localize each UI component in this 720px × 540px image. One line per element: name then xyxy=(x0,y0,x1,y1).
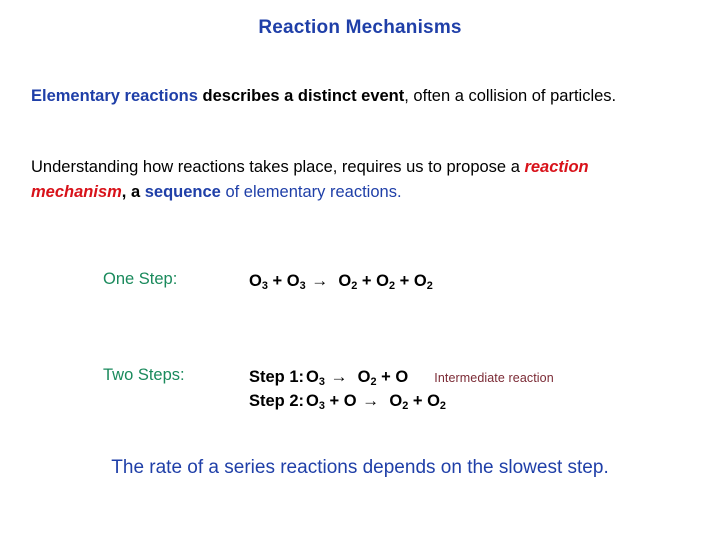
product-species: O2 xyxy=(376,272,396,292)
product-species: O2 xyxy=(413,272,433,292)
mechanism-equation-two-steps: Step 1: O3 → O2 + O Intermediate reaction … xyxy=(249,366,554,414)
plus-operator: + xyxy=(399,272,410,290)
paragraph-elementary-reactions: Elementary reactions describes a distinc… xyxy=(31,84,679,109)
reaction-arrow-icon: → xyxy=(362,391,380,410)
species-subscript: 3 xyxy=(318,375,325,388)
slide-canvas: Reaction Mechanisms Elementary reactions… xyxy=(0,0,720,540)
reactant-species: O3 xyxy=(306,368,325,388)
species-symbol: O xyxy=(338,272,352,290)
species-subscript: 2 xyxy=(439,399,446,412)
species-symbol: O xyxy=(376,272,389,290)
closing-statement: The rate of a series reactions depends o… xyxy=(111,457,609,478)
text-run-sequence: sequence xyxy=(144,183,221,201)
species-subscript: 3 xyxy=(261,279,268,292)
equation-line-step-2: Step 2: O3 + O → O2 + O2 xyxy=(249,390,554,414)
text-run-understanding-reactions: Understanding how reactions takes place,… xyxy=(31,158,525,176)
equation-line-step-1: Step 1: O3 → O2 + O Intermediate reaction xyxy=(249,366,554,390)
reactant-species: O3 xyxy=(286,272,306,292)
product-species: O2 xyxy=(427,392,446,412)
plus-operator: + xyxy=(329,392,340,410)
text-run-of-elementary-reactions: of elementary reactions. xyxy=(220,183,402,201)
mechanism-label-one-step: One Step: xyxy=(103,270,178,288)
species-symbol: O xyxy=(249,272,262,290)
species-subscript: 2 xyxy=(388,279,396,292)
species-subscript: 3 xyxy=(318,399,325,412)
plus-operator: + xyxy=(361,272,372,290)
reactant-species: O3 xyxy=(306,392,325,412)
text-run-describes-distinct-event: describes a distinct event xyxy=(197,87,405,105)
mechanism-equation-one-step: O3 + O3 → O2 + O2 + O2 xyxy=(249,270,433,294)
species-subscript: 3 xyxy=(299,279,306,292)
step-label: Step 2: xyxy=(249,392,305,410)
text-run-collision-of-particles: , often a collision of particles. xyxy=(404,87,617,105)
product-species: O2 xyxy=(338,272,358,292)
text-run-elementary-reactions: Elementary reactions xyxy=(31,87,198,105)
mechanism-label-two-steps: Two Steps: xyxy=(103,366,185,384)
species-symbol: O xyxy=(286,272,300,290)
paragraph-reaction-mechanism: Understanding how reactions takes place,… xyxy=(31,155,679,205)
reactant-species: O xyxy=(343,392,357,410)
product-species: O2 xyxy=(389,392,409,412)
species-symbol: O xyxy=(413,272,427,290)
species-subscript: 2 xyxy=(351,279,358,292)
product-species: O xyxy=(395,368,409,386)
page-title: Reaction Mechanisms xyxy=(258,17,462,38)
reactant-species: O3 xyxy=(249,272,268,292)
species-subscript: 2 xyxy=(426,279,433,292)
species-subscript: 2 xyxy=(402,399,409,412)
plus-operator: + xyxy=(381,368,391,386)
plus-operator: + xyxy=(412,392,423,410)
plus-operator: + xyxy=(272,272,283,290)
product-species: O2 xyxy=(357,368,377,388)
equation-line: O3 + O3 → O2 + O2 + O2 xyxy=(249,270,433,294)
reaction-arrow-icon: → xyxy=(311,271,329,290)
step-label: Step 1: xyxy=(249,368,305,386)
reaction-arrow-icon: → xyxy=(330,367,348,386)
text-run-comma-a: , a xyxy=(121,183,145,201)
intermediate-reaction-note: Intermediate reaction xyxy=(434,371,554,385)
species-subscript: 2 xyxy=(370,375,377,388)
